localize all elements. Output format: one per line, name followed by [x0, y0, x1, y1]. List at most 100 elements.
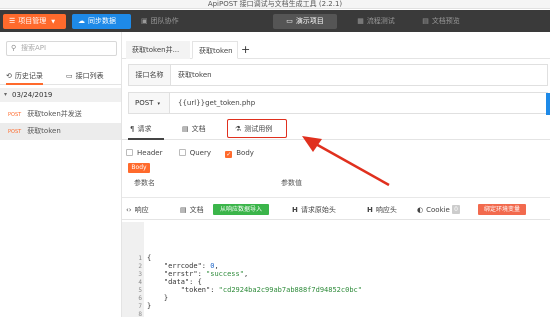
doc-preview-button[interactable]: ▤ 文档预览 — [410, 14, 472, 29]
doc-preview-label: 文档预览 — [431, 17, 460, 25]
request-tabs: ¶ 请求 ▤ 文档 ⚗ 测试用例 — [122, 118, 550, 140]
project-management-button[interactable]: ☰ 项目管理 ▼ — [3, 14, 66, 29]
date-group-header[interactable]: ▾ 03/24/2019 — [0, 88, 121, 102]
code-text: { — [147, 254, 152, 262]
code-icon: ‹› — [126, 206, 132, 214]
menu-icon: ☰ — [9, 17, 16, 25]
import-from-response-button[interactable]: 从响应数据导入 — [213, 204, 269, 215]
line-number: 2 — [138, 263, 142, 270]
method-select[interactable]: POST ▾ — [129, 93, 170, 113]
team-collab-button[interactable]: ▣ 团队协作 — [135, 14, 193, 29]
folder-icon: ▭ — [66, 72, 73, 80]
code-line: } — [147, 294, 168, 302]
checkbox-checked-icon: ✓ — [225, 151, 233, 158]
divider — [122, 197, 550, 198]
send-button[interactable] — [546, 93, 550, 115]
file-tab-label: 获取token — [199, 47, 233, 55]
demo-project-button[interactable]: ▭ 演示项目 — [273, 14, 337, 29]
search-input[interactable]: ⚲ 搜索API — [6, 41, 117, 56]
method-tag: POST — [8, 129, 22, 135]
highlight-annotation-box — [227, 119, 287, 138]
sync-data-button[interactable]: ☁ 同步数据 — [72, 14, 131, 29]
line-number: 6 — [138, 295, 142, 302]
main-panel: 获取token并... 获取token + 接口名称 获取token POST ▾… — [122, 32, 550, 317]
tab-cookie[interactable]: ◐ Cookie — [417, 200, 450, 220]
code-line: { — [147, 254, 151, 262]
tab-api-list[interactable]: ▭ 接口列表 — [66, 69, 104, 83]
checkbox-icon — [126, 149, 133, 156]
code-line: "errstr": "success", — [163, 270, 249, 278]
code-key: "data" — [163, 278, 190, 286]
top-toolbar: ☰ 项目管理 ▼ ☁ 同步数据 ▣ 团队协作 ▭ 演示项目 ▦ 流程测试 ▤ 文档预览 — [0, 10, 550, 32]
query-checkbox[interactable]: Query — [178, 149, 212, 157]
flow-icon: ▦ — [357, 17, 364, 25]
api-name-field[interactable]: 获取token — [178, 65, 212, 85]
param-type-options: Header Query ✓ Body — [126, 147, 254, 159]
response-code-editor[interactable]: 1 2 3 4 5 6 7 8 { "errcode": 0, "errstr"… — [122, 222, 550, 317]
code-text: } — [163, 294, 169, 302]
body-checkbox[interactable]: ✓ Body — [225, 149, 254, 158]
sidebar-tabs: ⟲ 历史记录 ▭ 接口列表 — [0, 67, 121, 85]
file-tab-label: 获取token并... — [132, 46, 180, 54]
tab-response-docs-label: 文档 — [189, 206, 204, 214]
history-icon: ⟲ — [6, 72, 12, 80]
tab-history-label: 历史记录 — [14, 72, 43, 80]
api-name-label: 接口名称 — [129, 65, 171, 85]
add-tab-button[interactable]: + — [241, 41, 250, 59]
line-number: 3 — [138, 271, 142, 278]
tab-raw-request-label: 请求原始头 — [300, 206, 336, 214]
tab-api-list-label: 接口列表 — [75, 72, 104, 80]
tab-response-docs[interactable]: ▤ 文档 — [180, 200, 204, 220]
file-tab[interactable]: 获取token — [192, 41, 238, 59]
response-tabs: ‹› 响应 ▤ 文档 从响应数据导入 H 请求原始头 H 响应头 ◐ Cookie 0 绑… — [122, 200, 550, 220]
bind-env-variable-button[interactable]: 绑定环境变量 — [478, 204, 526, 215]
project-management-label: 项目管理 — [18, 17, 47, 25]
body-badge: Body — [128, 163, 150, 173]
team-collab-label: 团队协作 — [150, 17, 179, 25]
code-line: "errcode": 0, — [163, 262, 219, 270]
list-item[interactable]: POST 获取token — [0, 123, 121, 140]
code-value: 0 — [210, 262, 215, 270]
line-number: 4 — [138, 279, 142, 286]
tab-response-label: 响应 — [134, 206, 149, 214]
query-option-label: Query — [189, 149, 212, 157]
cloud-upload-icon: ☁ — [78, 17, 85, 25]
header-checkbox[interactable]: Header — [126, 149, 163, 157]
body-option-label: Body — [236, 149, 254, 157]
url-input[interactable]: {{url}}get_token.php — [178, 93, 255, 113]
url-row: POST ▾ {{url}}get_token.php — [128, 92, 548, 114]
code-value: "success" — [206, 270, 244, 278]
tab-docs[interactable]: ▤ 文档 — [182, 118, 206, 140]
tab-response-header[interactable]: H 响应头 — [367, 200, 397, 220]
sidebar: ⚲ 搜索API ⟲ 历史记录 ▭ 接口列表 ▾ 03/24/2019 POST 获取t… — [0, 32, 122, 317]
line-number: 7 — [138, 303, 142, 310]
flow-test-button[interactable]: ▦ 流程测试 — [345, 14, 407, 29]
code-line: "data": { — [163, 278, 202, 286]
list-item[interactable]: POST 获取token并发送 — [0, 106, 121, 123]
checkbox-icon — [178, 149, 186, 156]
sync-data-label: 同步数据 — [88, 17, 116, 25]
heading-icon: H — [292, 206, 298, 214]
tab-history[interactable]: ⟲ 历史记录 — [6, 69, 43, 85]
line-number: 5 — [138, 287, 142, 294]
dropdown-icon: ▼ — [51, 19, 56, 25]
file-tabs: 获取token并... 获取token + — [122, 41, 550, 59]
document-icon: ▤ — [422, 17, 429, 25]
code-line: } — [147, 302, 151, 310]
file-tab[interactable]: 获取token并... — [126, 41, 190, 59]
heading-icon: H — [367, 206, 373, 214]
cookie-icon: ◐ — [417, 206, 424, 214]
window-title: ApiPOST 接口调试与文档生成工具 (2.2.1) — [207, 0, 343, 8]
line-number: 1 — [138, 255, 142, 262]
param-value-header: 参数值 — [281, 179, 302, 187]
param-name-header: 参数名 — [134, 179, 155, 187]
team-icon: ▣ — [141, 17, 148, 25]
tab-params[interactable]: ¶ 请求 — [128, 118, 164, 140]
monitor-icon: ▭ — [286, 17, 293, 25]
tab-response[interactable]: ‹› 响应 — [126, 200, 149, 220]
document-icon: ▤ — [180, 206, 187, 214]
tab-raw-request[interactable]: H 请求原始头 — [292, 200, 336, 220]
line-number-gutter: 1 2 3 4 5 6 7 8 — [122, 222, 144, 317]
demo-project-label: 演示项目 — [295, 17, 324, 25]
search-placeholder: 搜索API — [21, 44, 47, 52]
